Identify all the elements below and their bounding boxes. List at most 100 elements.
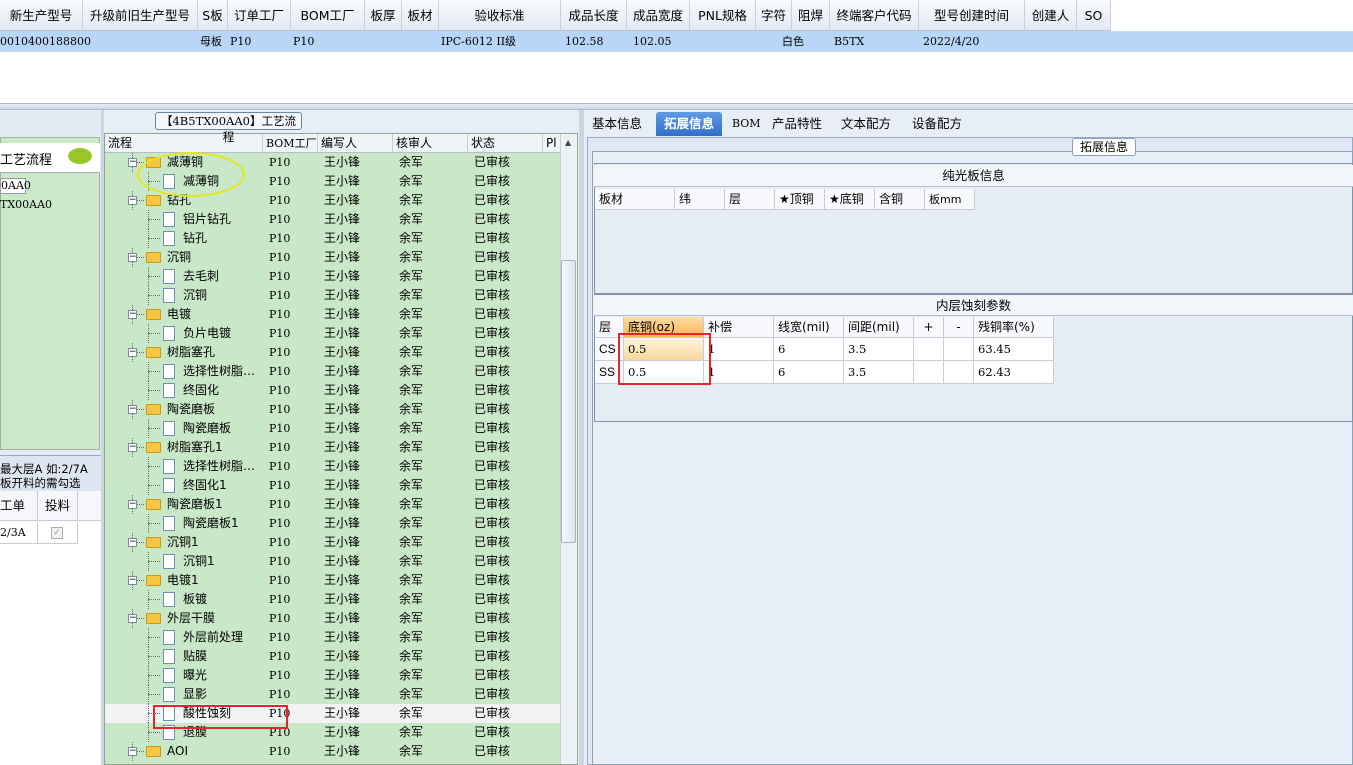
plus-cell[interactable] xyxy=(914,338,944,361)
col-header[interactable]: 编写人 xyxy=(318,134,393,153)
col-header[interactable]: 成品长度 xyxy=(561,0,627,31)
col-header[interactable]: 板材 xyxy=(595,189,675,210)
col-header[interactable]: SO xyxy=(1077,0,1111,31)
col-header[interactable]: PNL规格 xyxy=(690,0,756,31)
comp-cell[interactable]: 1 xyxy=(704,338,774,361)
workorder-cell[interactable]: 2/3A xyxy=(0,522,38,544)
col-header[interactable]: 阻焊 xyxy=(792,0,830,31)
tab-bom[interactable]: BOM xyxy=(724,112,769,136)
tab-extended-info[interactable]: 拓展信息 xyxy=(656,112,723,136)
col-header[interactable]: + xyxy=(914,317,944,338)
col-header[interactable]: 型号创建时间 xyxy=(919,0,1025,31)
tree-row[interactable]: 沉铜 P10 王小锋 余军 已审核 xyxy=(105,286,561,305)
tree-row[interactable]: 沉铜1 P10 王小锋 余军 已审核 xyxy=(105,552,561,571)
col-header[interactable]: 含铜 xyxy=(875,189,925,210)
col-header[interactable]: 间距(mil) xyxy=(844,317,914,338)
col-header[interactable]: 终端客户代码 xyxy=(830,0,919,31)
tree-row[interactable]: 陶瓷磨板 P10 王小锋 余军 已审核 xyxy=(105,419,561,438)
minus-cell[interactable] xyxy=(944,338,974,361)
collapse-icon[interactable]: − xyxy=(128,253,137,262)
tree-row[interactable]: 显影 P10 王小锋 余军 已审核 xyxy=(105,685,561,704)
tree-row[interactable]: 去毛刺 P10 王小锋 余军 已审核 xyxy=(105,267,561,286)
feed-checkbox[interactable]: ✓ xyxy=(51,527,63,539)
collapse-icon[interactable]: − xyxy=(128,614,137,623)
collapse-icon[interactable]: − xyxy=(128,747,137,756)
tree-row[interactable]: − 沉铜 P10 王小锋 余军 已审核 xyxy=(105,248,561,267)
col-header[interactable]: 层 xyxy=(725,189,775,210)
col-header[interactable]: 流程 xyxy=(105,134,263,153)
horizontal-splitter[interactable] xyxy=(0,103,1353,110)
tree-row[interactable]: 外层前处理 P10 王小锋 余军 已审核 xyxy=(105,628,561,647)
model-grid-row[interactable]: 0010400188800 母板 P10 P10 IPC-6012 II级 10… xyxy=(0,31,1353,52)
col-header[interactable]: 工单 xyxy=(0,491,38,521)
col-header[interactable]: 新生产型号 xyxy=(0,0,83,31)
spacing-cell[interactable]: 3.5 xyxy=(844,338,914,361)
comp-cell[interactable]: 1 xyxy=(704,361,774,384)
collapse-icon[interactable]: − xyxy=(128,443,137,452)
minus-cell[interactable] xyxy=(944,361,974,384)
col-header[interactable]: 板厚 xyxy=(365,0,402,31)
col-header[interactable]: 升级前旧生产型号 xyxy=(83,0,198,31)
tree-row[interactable]: 钻孔 P10 王小锋 余军 已审核 xyxy=(105,229,561,248)
tree-row[interactable]: − 陶瓷磨板 P10 王小锋 余军 已审核 xyxy=(105,400,561,419)
tree-row[interactable]: 选择性树脂… P10 王小锋 余军 已审核 xyxy=(105,362,561,381)
line-width-cell[interactable]: 6 xyxy=(774,361,844,384)
tree-row[interactable]: 铝片钻孔 P10 王小锋 余军 已审核 xyxy=(105,210,561,229)
col-header[interactable]: 纬 xyxy=(675,189,725,210)
col-header[interactable]: BOM工厂 xyxy=(291,0,365,31)
tree-row[interactable]: 终固化 P10 王小锋 余军 已审核 xyxy=(105,381,561,400)
tab-product-features[interactable]: 产品特性 xyxy=(764,112,830,136)
tree-row[interactable]: 陶瓷磨板1 P10 王小锋 余军 已审核 xyxy=(105,514,561,533)
col-header[interactable]: BOM工厂 xyxy=(263,134,318,153)
collapse-icon[interactable]: − xyxy=(128,500,137,509)
col-header[interactable]: S板 xyxy=(198,0,228,31)
col-header[interactable]: 核审人 xyxy=(393,134,468,153)
tree-row[interactable]: − 陶瓷磨板1 P10 王小锋 余军 已审核 xyxy=(105,495,561,514)
tree-row[interactable]: − 树脂塞孔 P10 王小锋 余军 已审核 xyxy=(105,343,561,362)
tree-row[interactable]: 负片电镀 P10 王小锋 余军 已审核 xyxy=(105,324,561,343)
collapse-icon[interactable]: − xyxy=(128,405,137,414)
col-header[interactable]: 订单工厂 xyxy=(228,0,291,31)
col-header[interactable]: 残铜率(%) xyxy=(974,317,1054,338)
col-header[interactable]: 投料 xyxy=(38,491,78,521)
chat-bubble-icon[interactable] xyxy=(68,148,92,164)
line-width-cell[interactable]: 6 xyxy=(774,338,844,361)
spacing-cell[interactable]: 3.5 xyxy=(844,361,914,384)
tab-basic-info[interactable]: 基本信息 xyxy=(584,112,650,136)
collapse-icon[interactable]: − xyxy=(128,196,137,205)
tree-row[interactable]: − AOI P10 王小锋 余军 已审核 xyxy=(105,742,561,761)
tree-row[interactable]: 板镀 P10 王小锋 余军 已审核 xyxy=(105,590,561,609)
residual-cell[interactable]: 62.43 xyxy=(974,361,1054,384)
tab-text-recipe[interactable]: 文本配方 xyxy=(833,112,899,136)
collapse-icon[interactable]: − xyxy=(128,310,137,319)
col-header[interactable]: 创建人 xyxy=(1025,0,1077,31)
collapse-icon[interactable]: − xyxy=(128,576,137,585)
tab-equipment-recipe[interactable]: 设备配方 xyxy=(904,112,970,136)
tree-row[interactable]: − 电镀1 P10 王小锋 余军 已审核 xyxy=(105,571,561,590)
tree-row[interactable]: − 电镀 P10 王小锋 余军 已审核 xyxy=(105,305,561,324)
collapse-icon[interactable]: − xyxy=(128,348,137,357)
col-header[interactable]: 线宽(mil) xyxy=(774,317,844,338)
plus-cell[interactable] xyxy=(914,361,944,384)
tree-row[interactable]: 曝光 P10 王小锋 余军 已审核 xyxy=(105,666,561,685)
tree-row[interactable]: − 树脂塞孔1 P10 王小锋 余军 已审核 xyxy=(105,438,561,457)
col-header[interactable]: ★底铜 xyxy=(825,189,875,210)
process-item[interactable]: 0AA0 xyxy=(0,178,31,194)
col-header[interactable]: 板mm xyxy=(925,189,975,210)
col-header[interactable]: - xyxy=(944,317,974,338)
collapse-icon[interactable]: − xyxy=(128,538,137,547)
tree-row[interactable]: − 外层干膜 P10 王小锋 余军 已审核 xyxy=(105,609,561,628)
residual-cell[interactable]: 63.45 xyxy=(974,338,1054,361)
collapse-icon[interactable]: − xyxy=(128,158,137,167)
process-item[interactable]: TX00AA0 xyxy=(0,198,52,211)
col-header[interactable]: 成品宽度 xyxy=(627,0,690,31)
col-header[interactable]: 状态 xyxy=(468,134,543,153)
scroll-up-icon[interactable]: ▲ xyxy=(565,138,571,147)
col-header[interactable]: 字符 xyxy=(756,0,792,31)
col-header[interactable]: 验收标准 xyxy=(439,0,561,31)
tree-scrollbar-thumb[interactable] xyxy=(561,260,576,543)
col-header[interactable]: Pl xyxy=(543,134,561,153)
col-header[interactable]: 补偿 xyxy=(704,317,774,338)
col-header[interactable]: ★顶铜 xyxy=(775,189,825,210)
col-header[interactable]: 板材 xyxy=(402,0,439,31)
